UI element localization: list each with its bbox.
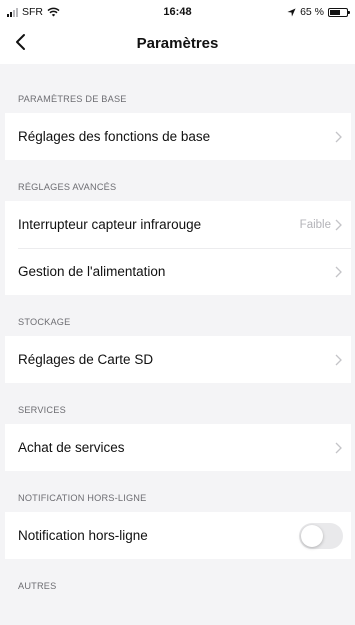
status-right: 65 % [287, 6, 350, 18]
row-power-management[interactable]: Gestion de l'alimentation [5, 248, 351, 295]
section-header-advanced: RÉGLAGES AVANCÉS [18, 182, 117, 192]
section-header-storage: STOCKAGE [18, 317, 71, 327]
section-header-basic: PARAMÈTRES DE BASE [18, 94, 127, 104]
section-header-offline-notification: NOTIFICATION HORS-LIGNE [18, 493, 147, 503]
chevron-right-icon [335, 354, 342, 365]
offline-notification-toggle[interactable] [299, 522, 343, 549]
location-arrow-icon [287, 7, 296, 17]
chevron-right-icon [335, 442, 342, 453]
row-label: Achat de services [18, 440, 125, 455]
settings-list: PARAMÈTRES DE BASE Réglages des fonction… [5, 72, 351, 600]
row-label: Réglages de Carte SD [18, 352, 154, 367]
page-title: Paramètres [136, 35, 219, 52]
chevron-right-icon [335, 219, 342, 230]
battery-icon [328, 7, 350, 17]
battery-percent: 65 % [300, 6, 324, 18]
row-value: Faible [299, 218, 331, 231]
row-label: Interrupteur capteur infrarouge [18, 217, 202, 232]
status-bar: SFR 16:48 65 % [0, 0, 355, 24]
row-label: Notification hors-ligne [18, 528, 148, 543]
row-label: Réglages des fonctions de base [18, 129, 211, 144]
row-label: Gestion de l'alimentation [18, 264, 166, 279]
row-purchase-services[interactable]: Achat de services [5, 424, 351, 471]
battery-level [330, 9, 340, 15]
section-header-services: SERVICES [18, 405, 66, 415]
chevron-right-icon [335, 266, 342, 277]
row-infrared-sensor[interactable]: Interrupteur capteur infrarouge Faible [5, 201, 351, 248]
toggle-knob [301, 524, 323, 547]
row-basic-functions[interactable]: Réglages des fonctions de base [5, 113, 351, 160]
navigation-bar: Paramètres [0, 24, 355, 64]
section-header-others: AUTRES [18, 581, 57, 591]
row-sd-card[interactable]: Réglages de Carte SD [5, 336, 351, 383]
row-offline-notification: Notification hors-ligne [5, 512, 351, 559]
chevron-right-icon [335, 131, 342, 142]
